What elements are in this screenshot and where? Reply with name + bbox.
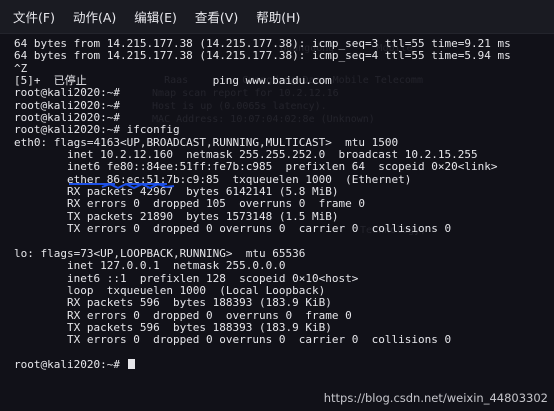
menu-help[interactable]: 帮助(H): [247, 7, 309, 26]
terminal-line: RX packets 596 bytes 188393 (183.9 KiB): [14, 296, 332, 310]
terminal-line: inet6 fe80::84ee:51ff:fe7b:c985 prefixle…: [14, 160, 498, 174]
terminal-output: 64 bytes from 14.215.177.38 (14.215.177.…: [14, 37, 554, 371]
terminal-line: root@kali2020:~# ifconfig: [14, 123, 180, 137]
terminal-line: root@kali2020:~#: [14, 358, 554, 371]
menu-edit[interactable]: 编辑(E): [125, 7, 186, 26]
terminal-line: TX errors 0 dropped 0 overruns 0 carrier…: [14, 333, 452, 347]
menu-view[interactable]: 查看(V): [186, 7, 247, 26]
menu-file[interactable]: 文件(F): [0, 7, 64, 26]
terminal-line: 64 bytes from 14.215.177.38 (14.215.177.…: [14, 49, 511, 63]
terminal-line: TX errors 0 dropped 0 overruns 0 carrier…: [14, 222, 452, 236]
menu-action[interactable]: 动作(A): [64, 7, 125, 26]
terminal-area[interactable]: Guangdong Mobile Raas Guangdong Dapp Mob…: [0, 34, 554, 411]
watermark: https://blog.csdn.net/weixin_44803302: [323, 391, 548, 405]
menu-bar: 文件(F) 动作(A) 编辑(E) 查看(V) 帮助(H): [0, 0, 554, 34]
terminal-line: RX errors 0 dropped 105 overruns 0 frame…: [14, 197, 365, 211]
terminal-line: inet 127.0.0.1 netmask 255.0.0.0: [14, 259, 286, 273]
text-cursor: [127, 358, 135, 369]
terminal-line: root@kali2020:~#: [14, 86, 120, 100]
